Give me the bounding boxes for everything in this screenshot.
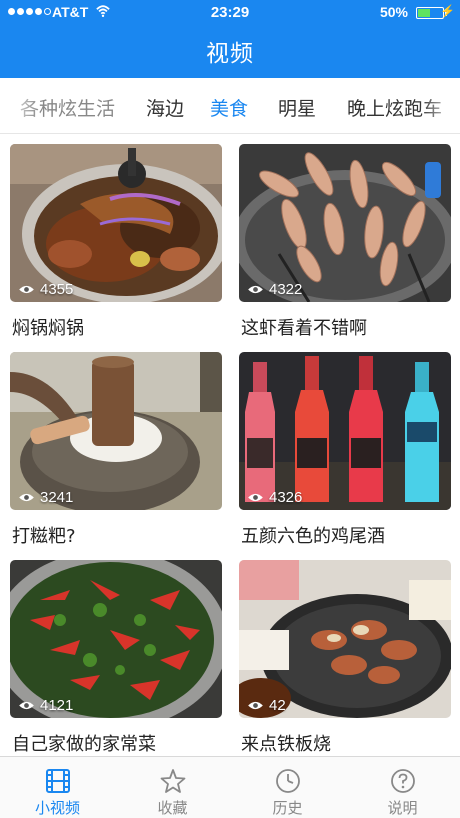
view-count: 4322 <box>247 281 302 298</box>
video-thumbnail[interactable]: 4355 <box>10 144 222 302</box>
tab-history[interactable]: 历史 <box>230 757 345 818</box>
star-icon <box>160 769 186 793</box>
view-count: 4355 <box>18 281 73 298</box>
film-icon <box>46 769 70 793</box>
video-title[interactable]: 来点铁板烧 <box>241 730 331 756</box>
eye-icon <box>248 701 263 710</box>
video-thumbnail[interactable]: 4322 <box>239 144 451 302</box>
video-title[interactable]: 这虾看着不错啊 <box>241 314 367 340</box>
page-title: 视频 <box>206 41 254 67</box>
video-card[interactable]: 4355 焖锅焖锅 <box>10 134 222 339</box>
video-thumbnail[interactable]: 3241 <box>10 352 222 510</box>
top-bar: AT&T 23:29 50% ⚡ 视频 <box>0 0 460 78</box>
view-count-value: 4326 <box>269 489 303 506</box>
video-title[interactable]: 自己家做的家常菜 <box>12 730 156 756</box>
video-card[interactable]: 4121 自己家做的家常菜 <box>10 550 222 755</box>
charging-icon: ⚡ <box>440 4 455 18</box>
eye-icon <box>248 285 263 294</box>
category-tab-seaside[interactable]: 海边 <box>146 94 184 121</box>
tab-label: 收藏 <box>157 799 188 817</box>
video-title[interactable]: 打糍粑? <box>12 522 76 548</box>
view-count: 4326 <box>247 489 302 506</box>
view-count: 42 <box>247 697 286 714</box>
view-count-value: 4322 <box>269 281 303 298</box>
video-title[interactable]: 焖锅焖锅 <box>12 314 84 340</box>
video-card[interactable]: 3241 打糍粑? <box>10 342 222 547</box>
status-bar: AT&T 23:29 50% ⚡ <box>0 0 460 26</box>
eye-icon <box>248 493 263 502</box>
video-card[interactable]: 4326 五颜六色的鸡尾酒 <box>239 342 451 547</box>
tab-favorites[interactable]: 收藏 <box>115 757 230 818</box>
tab-label: 小视频 <box>34 799 80 817</box>
view-count: 3241 <box>18 489 73 506</box>
video-thumbnail[interactable]: 4121 <box>10 560 222 718</box>
video-card[interactable]: 42 来点铁板烧 <box>239 550 451 755</box>
tabs-fade-right <box>420 78 460 133</box>
video-card[interactable]: 4322 这虾看着不错啊 <box>239 134 451 339</box>
battery-percentage: 50% <box>379 4 408 20</box>
eye-icon <box>19 493 34 502</box>
view-count-value: 3241 <box>40 489 74 506</box>
category-tab-food[interactable]: 美食 <box>210 94 248 121</box>
category-tab-stars[interactable]: 明星 <box>278 94 316 121</box>
tab-videos[interactable]: 小视频 <box>0 757 115 818</box>
view-count-value: 4355 <box>40 281 74 298</box>
help-icon <box>391 769 415 793</box>
video-thumbnail[interactable]: 42 <box>239 560 451 718</box>
tab-label: 历史 <box>272 799 303 817</box>
video-title[interactable]: 五颜六色的鸡尾酒 <box>241 522 385 548</box>
tab-label: 说明 <box>387 799 418 817</box>
category-tabs[interactable]: 各种炫生活 海边 美食 明星 晚上炫跑车 <box>0 78 460 134</box>
view-count: 4121 <box>18 697 73 714</box>
view-count-value: 4121 <box>40 697 74 714</box>
clock-icon <box>276 769 300 793</box>
bottom-tab-bar: 小视频 收藏 历史 说明 <box>0 756 460 818</box>
video-thumbnail[interactable]: 4326 <box>239 352 451 510</box>
tabs-fade-left <box>0 78 40 133</box>
tab-help[interactable]: 说明 <box>345 757 460 818</box>
eye-icon <box>19 701 34 710</box>
video-grid: 4355 焖锅焖锅 4322 这虾看着不错啊 3241 打糍粑? 4326 五颜… <box>0 134 460 756</box>
eye-icon <box>19 285 34 294</box>
view-count-value: 42 <box>269 697 286 714</box>
